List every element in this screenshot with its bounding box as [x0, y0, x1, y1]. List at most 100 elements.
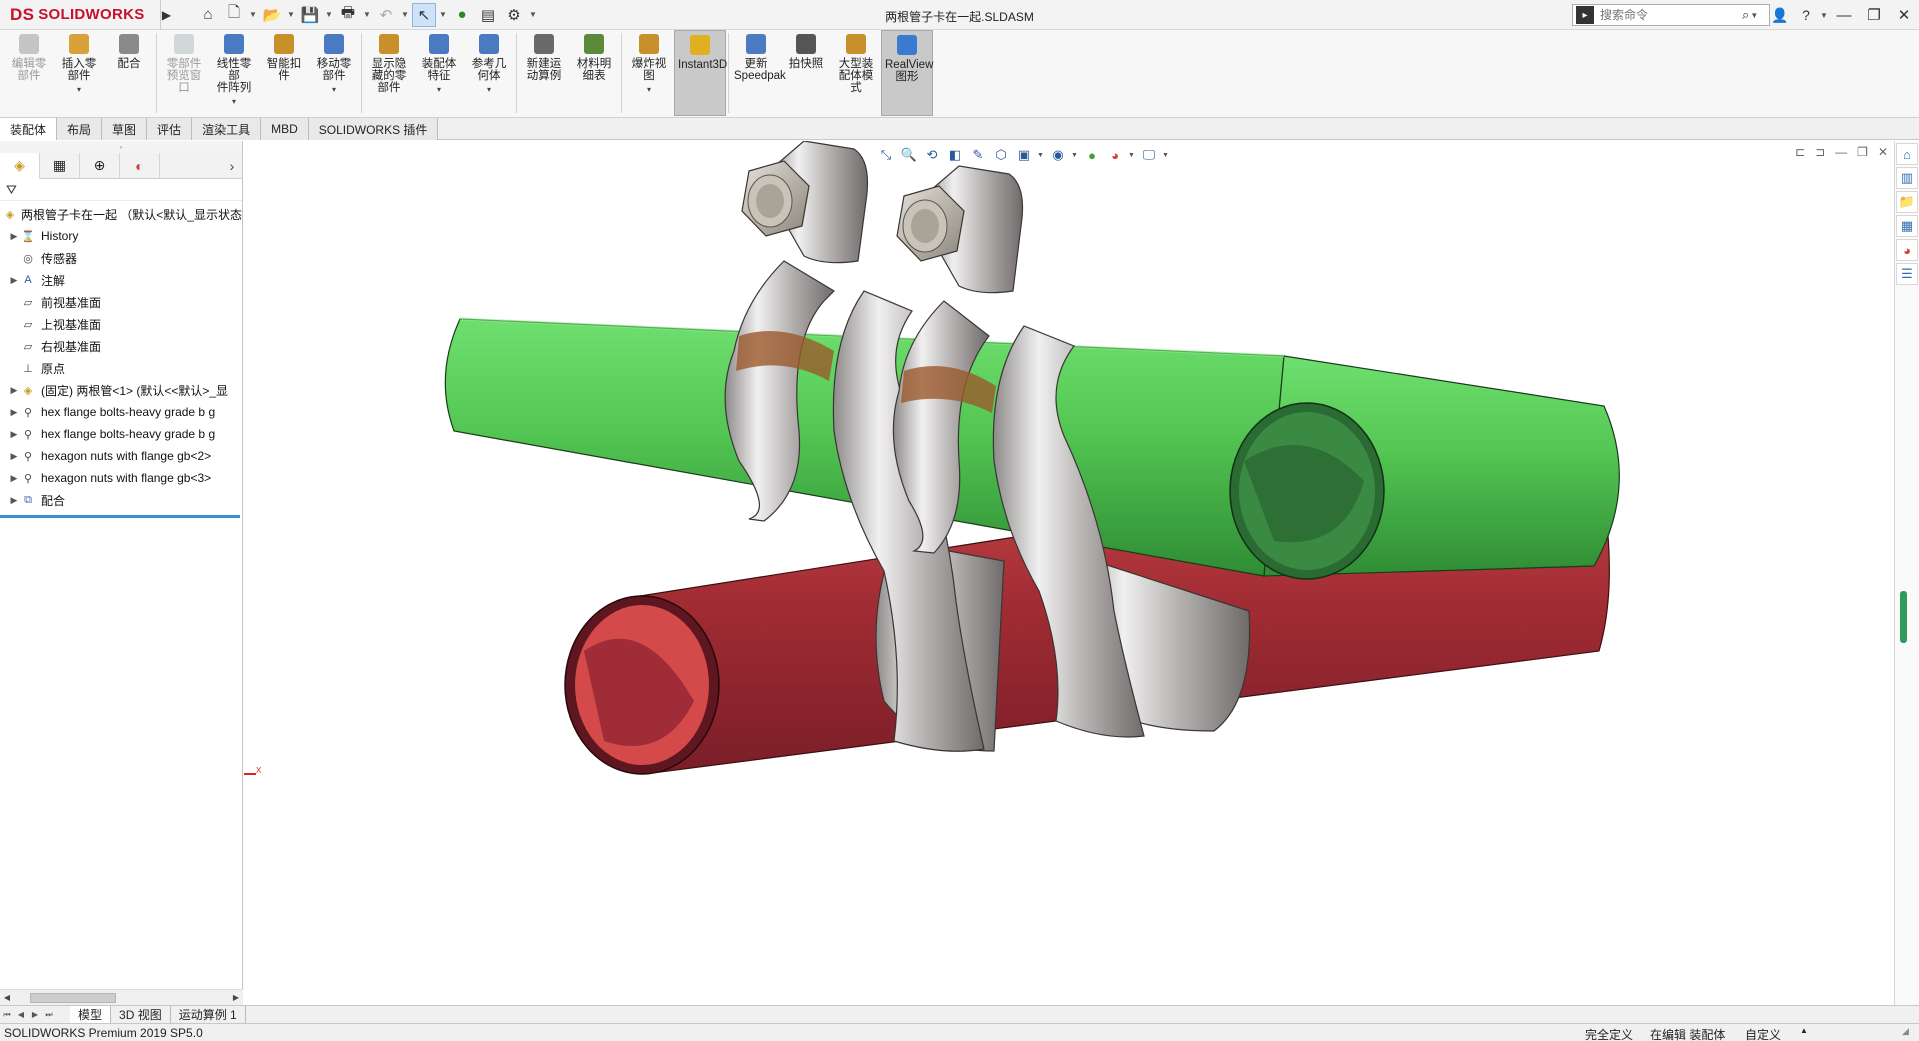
- cmd-snapshot-button[interactable]: 拍快照: [781, 30, 831, 116]
- panel-grip-handle[interactable]: ◦: [0, 141, 242, 153]
- print-icon[interactable]: 🖶: [336, 3, 360, 27]
- expand-arrow-icon[interactable]: ▶: [8, 495, 20, 506]
- open-folder-icon[interactable]: 📂: [260, 3, 284, 27]
- bottom-tab-0[interactable]: 模型: [70, 1005, 112, 1024]
- expand-arrow-icon[interactable]: ▶: [8, 473, 20, 484]
- scroll-left-icon[interactable]: ◀: [0, 993, 14, 1002]
- solidworks-logo[interactable]: DS SOLIDWORKS: [0, 0, 160, 30]
- restore-icon[interactable]: ❐: [1859, 0, 1889, 30]
- command-search[interactable]: ▸ ⌕ ▼: [1572, 4, 1770, 26]
- cmd-mate-button[interactable]: 配合: [104, 30, 154, 116]
- tree-node[interactable]: ⊥ 原点: [0, 357, 242, 379]
- cmd-bom-button[interactable]: 材料明 细表: [569, 30, 619, 116]
- property-manager-tab-icon[interactable]: ▦: [40, 152, 80, 179]
- search-dropdown-icon[interactable]: ▼: [1749, 11, 1759, 20]
- select-pointer-icon[interactable]: ↖: [412, 2, 436, 27]
- appearances-scenes-icon[interactable]: ◕: [1896, 239, 1918, 261]
- expand-arrow-icon[interactable]: ▶: [8, 231, 20, 242]
- tree-node[interactable]: ▶ ⚲ hexagon nuts with flange gb<2>: [0, 445, 242, 467]
- tree-node[interactable]: ▶ ⚲ hex flange bolts-heavy grade b g: [0, 423, 242, 445]
- status-units[interactable]: 自定义: [1745, 1026, 1781, 1041]
- cmd-show-hidden-button[interactable]: 显示隐 藏的零 部件: [364, 30, 414, 116]
- cmd-move-component-button[interactable]: 移动零 部件 ▾: [309, 30, 359, 116]
- save-dropdown-icon[interactable]: ▼: [324, 10, 334, 19]
- cmd-speedpak-button[interactable]: 更新 Speedpak: [731, 30, 786, 116]
- panel-more-chevron-icon[interactable]: ›: [222, 158, 242, 174]
- cmd-new-motion-study-button[interactable]: 新建运 动算例: [519, 30, 569, 116]
- tree-root[interactable]: ◈ 两根管子卡在一起 （默认<默认_显示状态: [0, 203, 242, 225]
- tab-2[interactable]: 草图: [102, 118, 148, 140]
- units-dropdown-icon[interactable]: ▲: [1800, 1026, 1808, 1035]
- save-icon[interactable]: 💾: [298, 3, 322, 27]
- rebuild-traffic-light-icon[interactable]: ●: [450, 3, 474, 27]
- tree-node[interactable]: ▱ 前视基准面: [0, 291, 242, 313]
- tab-3[interactable]: 评估: [147, 118, 193, 140]
- feature-manager-tab-icon[interactable]: ◈: [0, 152, 40, 179]
- file-explorer-icon[interactable]: 📁: [1896, 191, 1918, 213]
- tree-node[interactable]: ▱ 右视基准面: [0, 335, 242, 357]
- new-dropdown-icon[interactable]: ▼: [248, 10, 258, 19]
- undo-dropdown-icon[interactable]: ▼: [400, 10, 410, 19]
- cmd-dropdown-icon[interactable]: ▾: [647, 84, 651, 96]
- bottom-tab-2[interactable]: 运动算例 1: [171, 1005, 246, 1024]
- tree-node[interactable]: ▶ ◈ (固定) 两根管<1> (默认<<默认>_显: [0, 379, 242, 401]
- new-document-icon[interactable]: 🗋: [222, 3, 246, 27]
- status-resize-grip-icon[interactable]: ◢: [1902, 1026, 1909, 1037]
- cmd-smart-fasteners-button[interactable]: 智能扣 件: [259, 30, 309, 116]
- tree-node[interactable]: ▶ ⚲ hex flange bolts-heavy grade b g: [0, 401, 242, 423]
- user-account-icon[interactable]: 👤: [1767, 0, 1793, 30]
- filter-funnel-icon[interactable]: ⛛: [6, 182, 17, 198]
- cmd-dropdown-icon[interactable]: ▾: [332, 84, 336, 96]
- first-tab-arrow-icon[interactable]: ⏮: [0, 1010, 14, 1020]
- expand-arrow-icon[interactable]: ▶: [8, 407, 20, 418]
- tree-node[interactable]: ▶ ⧉ 配合: [0, 489, 242, 511]
- tree-node[interactable]: ▱ 上视基准面: [0, 313, 242, 335]
- configuration-manager-tab-icon[interactable]: ⊕: [80, 152, 120, 179]
- tab-1[interactable]: 布局: [57, 118, 103, 140]
- options-gear-icon[interactable]: ⚙: [502, 3, 526, 27]
- tree-node[interactable]: ▶ ⚲ hexagon nuts with flange gb<3>: [0, 467, 242, 489]
- search-input[interactable]: [1600, 8, 1740, 22]
- tree-filter[interactable]: ⛛: [0, 179, 242, 201]
- tab-4[interactable]: 渲染工具: [192, 118, 262, 140]
- cmd-large-assembly-button[interactable]: 大型装 配体模 式: [831, 30, 881, 116]
- home-icon[interactable]: ⌂: [196, 3, 220, 27]
- prev-tab-arrow-icon[interactable]: ◀: [14, 1010, 28, 1019]
- tree-node[interactable]: ▶ ⌛ History: [0, 225, 242, 247]
- print-dropdown-icon[interactable]: ▼: [362, 10, 372, 19]
- tab-0[interactable]: 装配体: [0, 118, 58, 140]
- graphics-area[interactable]: ⤡ 🔍 ⟲ ◧ ✎ ⬡ ▣ ▼ ◉ ▼ ● ◕ ▼ 🖵 ▼ ⊏ ⊐ — ❐ ✕: [244, 141, 1894, 1005]
- expand-arrow-icon[interactable]: ▶: [8, 429, 20, 440]
- assembly-model[interactable]: [244, 141, 1894, 1005]
- next-tab-arrow-icon[interactable]: ▶: [28, 1010, 42, 1019]
- task-pane-scroll-indicator[interactable]: [1900, 591, 1907, 643]
- tab-6[interactable]: SOLIDWORKS 插件: [308, 118, 439, 140]
- tree-rollback-bar[interactable]: [0, 515, 240, 518]
- undo-icon[interactable]: ↶: [374, 3, 398, 27]
- cmd-edit-component-button[interactable]: 编辑零 部件: [4, 30, 54, 116]
- menu-expand-arrow-icon[interactable]: ▶: [160, 0, 172, 30]
- cmd-dropdown-icon[interactable]: ▾: [232, 96, 236, 108]
- cmd-insert-component-button[interactable]: 插入零 部件 ▾: [54, 30, 104, 116]
- open-dropdown-icon[interactable]: ▼: [286, 10, 296, 19]
- help-icon[interactable]: ?: [1793, 0, 1819, 30]
- tree-node[interactable]: ▶ A 注解: [0, 269, 242, 291]
- cmd-dropdown-icon[interactable]: ▾: [487, 84, 491, 96]
- bottom-tab-1[interactable]: 3D 视图: [111, 1005, 171, 1024]
- scroll-thumb[interactable]: [30, 992, 116, 1003]
- last-tab-arrow-icon[interactable]: ⏭: [42, 1010, 56, 1020]
- options-dropdown-icon[interactable]: ▼: [528, 10, 538, 19]
- cmd-dropdown-icon[interactable]: ▾: [437, 84, 441, 96]
- display-manager-tab-icon[interactable]: ◐: [120, 152, 160, 179]
- cmd-reference-geometry-button[interactable]: 参考几 何体 ▾: [464, 30, 514, 116]
- cmd-component-preview-button[interactable]: 零部件 预览窗 口: [159, 30, 209, 116]
- expand-arrow-icon[interactable]: ▶: [8, 385, 20, 396]
- expand-arrow-icon[interactable]: ▶: [8, 275, 20, 286]
- cmd-linear-pattern-button[interactable]: 线性零部 件阵列 ▾: [209, 30, 259, 116]
- custom-properties-icon[interactable]: ☰: [1896, 263, 1918, 285]
- tree-horizontal-scrollbar[interactable]: ◀ ▶: [0, 989, 243, 1005]
- minimize-icon[interactable]: —: [1829, 0, 1859, 30]
- cmd-instant3d-button[interactable]: Instant3D: [674, 30, 727, 116]
- search-icon[interactable]: ⌕: [1742, 7, 1749, 23]
- tab-5[interactable]: MBD: [261, 118, 309, 140]
